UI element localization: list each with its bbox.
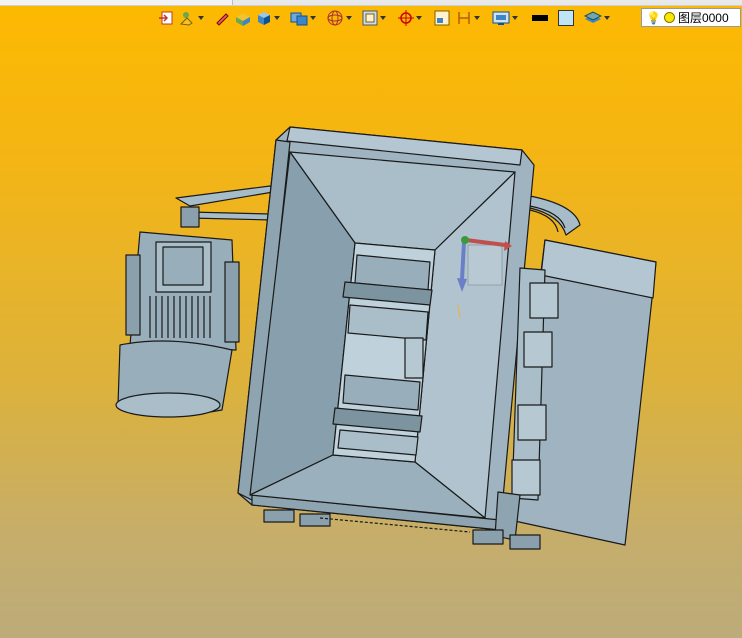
machine-model[interactable] [0,0,742,638]
electric-motor [115,206,240,418]
3d-viewport[interactable]: 💡 图层0000 [0,0,742,638]
side-cover [494,239,657,546]
